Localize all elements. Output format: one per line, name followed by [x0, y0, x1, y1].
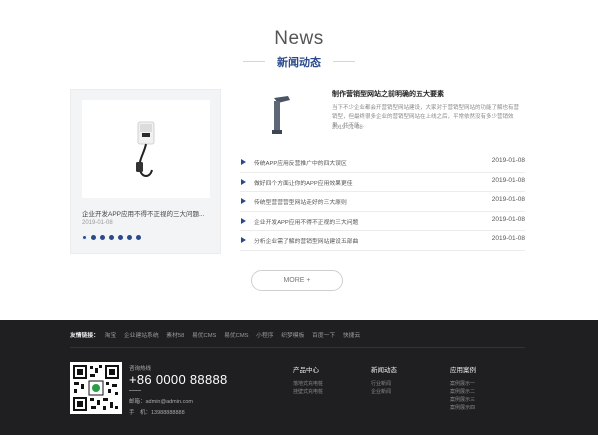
news-item-date: 2019-01-08 [491, 235, 525, 242]
friendly-links-label: 友情链接： [70, 333, 99, 339]
news-list-item[interactable]: 做好四个方面让你的APP应用效果更佳 2019-01-08 [240, 173, 525, 192]
carousel-dot[interactable] [82, 235, 87, 240]
friendly-links-bar: 友情链接： 淘宝 企业建站系统 素材58 易优CMS 易优CMS 小程序 织梦模… [70, 330, 366, 339]
footer-column-news: 新闻动态 行业新闻 企业新闻 [371, 364, 397, 396]
footer-column-link[interactable]: 行业新闻 [371, 380, 397, 388]
carousel-dot[interactable] [100, 235, 105, 240]
featured-news-title[interactable]: 企业开发APP应用不得不正视的三大问题... [82, 208, 216, 218]
friendly-link[interactable]: 易优CMS [192, 333, 216, 339]
featured-news-date: 2019-01-08 [82, 220, 113, 226]
contact-email: 邮箱：admin@admin.com [129, 399, 193, 405]
wall-charger-image [136, 121, 155, 177]
news-list: 传统APP应用反营推广中的四大误区 2019-01-08 做好四个方面让你的AP… [240, 153, 525, 251]
carousel-dots [82, 235, 141, 240]
footer-column-cases: 应用案例 案例展示一 案例展示二 案例展示三 案例展示四 [450, 364, 476, 412]
site-footer: 友情链接： 淘宝 企业建站系统 素材58 易优CMS 易优CMS 小程序 织梦模… [0, 320, 598, 435]
section-title: News [274, 28, 324, 49]
footer-column-heading[interactable]: 产品中心 [293, 364, 323, 374]
news-item-date: 2019-01-08 [491, 176, 525, 184]
carousel-dot[interactable] [91, 235, 96, 240]
news-list-item[interactable]: 传统APP应用反营推广中的四大误区 2019-01-08 [240, 153, 525, 173]
carousel-dot[interactable] [109, 235, 114, 240]
more-button[interactable]: MORE + [251, 270, 343, 291]
top-news-image[interactable] [252, 90, 302, 140]
triangle-bullet-icon [241, 159, 246, 165]
footer-column-link[interactable]: 案例展示一 [450, 380, 476, 388]
triangle-bullet-icon [241, 237, 246, 243]
top-news-item[interactable]: 制作营销型网站之前明确的五大要素 当下不少企业都会开营销型网站建设，大家对于营销… [240, 86, 524, 146]
friendly-link[interactable]: 易优CMS [224, 333, 248, 339]
friendly-link[interactable]: 素材58 [166, 333, 184, 339]
charging-pile-image [272, 96, 290, 134]
news-item-title[interactable]: 传统APP应用反营推广中的四大误区 [254, 158, 347, 167]
footer-column-link[interactable]: 案例展示三 [450, 396, 476, 404]
footer-column-heading[interactable]: 应用案例 [450, 364, 476, 374]
news-item-title[interactable]: 企业开发APP应用不得不正视的三大问题 [254, 217, 358, 226]
friendly-link[interactable]: 企业建站系统 [124, 333, 159, 339]
footer-column-link[interactable]: 案例展示四 [450, 404, 476, 412]
news-list-item[interactable]: 传统型营营营型网站走好的三大原则 2019-01-08 [240, 192, 525, 212]
footer-column-products: 产品中心 落地式充电桩 挂壁式充电桩 [293, 364, 323, 396]
triangle-bullet-icon [241, 217, 246, 224]
news-item-date: 2019-01-08 [491, 215, 525, 223]
carousel-dot[interactable] [118, 235, 123, 240]
footer-column-link[interactable]: 企业新闻 [371, 388, 397, 396]
news-list-item[interactable]: 分析企业需了解的营销型网站建设五部曲 2019-01-08 [240, 231, 525, 251]
triangle-bullet-icon [241, 198, 246, 204]
featured-news-card[interactable]: 企业开发APP应用不得不正视的三大问题... 2019-01-08 [70, 89, 221, 254]
footer-column-link[interactable]: 挂壁式充电桩 [293, 388, 323, 396]
news-item-date: 2019-01-08 [491, 196, 525, 203]
friendly-link[interactable]: 小程序 [256, 333, 273, 339]
section-subtitle: 新闻动态 [277, 57, 321, 69]
news-item-title[interactable]: 传统型营营营型网站走好的三大原则 [254, 197, 347, 206]
friendly-link[interactable]: 百度一下 [312, 333, 335, 339]
top-news-date: 2019-01-08 [332, 125, 363, 131]
footer-column-heading[interactable]: 新闻动态 [371, 364, 397, 374]
carousel-dot[interactable] [136, 235, 141, 240]
friendly-link[interactable]: 织梦模板 [281, 333, 304, 339]
news-item-title[interactable]: 做好四个方面让你的APP应用效果更佳 [254, 178, 353, 187]
hotline-phone: +86 0000 88888 [129, 372, 228, 387]
friendly-link[interactable]: 淘宝 [105, 333, 117, 339]
contact-mobile: 手 机：13988888888 [129, 410, 185, 416]
news-section-header: News 新闻动态 [0, 0, 598, 78]
hotline-label: 咨询热线 [129, 366, 152, 372]
top-news-title[interactable]: 制作营销型网站之前明确的五大要素 [332, 89, 444, 99]
footer-column-link[interactable]: 落地式充电桩 [293, 380, 323, 388]
footer-column-link[interactable]: 案例展示二 [450, 388, 476, 396]
friendly-link[interactable]: 快捷云 [343, 333, 360, 339]
qr-code-image [70, 362, 122, 414]
news-item-title[interactable]: 分析企业需了解的营销型网站建设五部曲 [254, 236, 358, 245]
news-list-item[interactable]: 企业开发APP应用不得不正视的三大问题 2019-01-08 [240, 212, 525, 231]
featured-product-image[interactable] [82, 100, 210, 198]
title-divider-right [333, 61, 355, 62]
news-item-date: 2019-01-08 [491, 157, 525, 164]
footer-divider [70, 347, 525, 348]
contact-divider [129, 390, 141, 391]
triangle-bullet-icon [241, 178, 246, 185]
qr-code-icon [73, 365, 119, 411]
carousel-dot[interactable] [127, 235, 132, 240]
